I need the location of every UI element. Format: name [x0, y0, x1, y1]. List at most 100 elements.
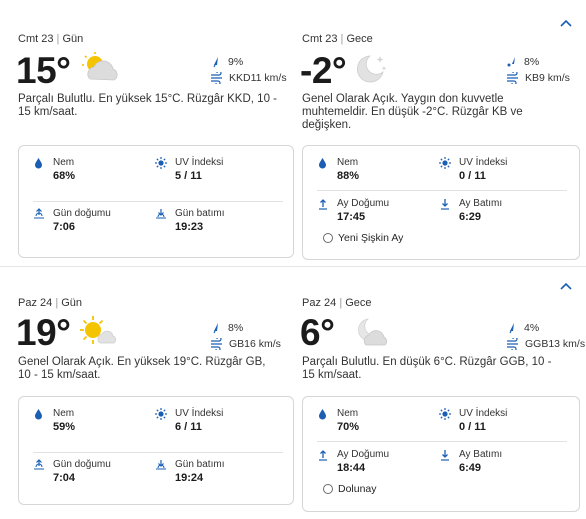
moon-phase-label: Yeni Şişkin Ay	[338, 232, 404, 244]
period-name: Gün	[62, 33, 84, 45]
night-panel: Cmt 23 | Gece -2° 8% KB9 km/s Genel Olar…	[284, 0, 586, 266]
temperature: 15°	[16, 50, 71, 91]
moonrise-value: 18:44	[337, 462, 366, 474]
moon-phase-label: Dolunay	[338, 483, 377, 495]
card-divider	[33, 452, 283, 453]
humidity-label: Nem	[337, 408, 359, 419]
card-divider	[33, 201, 283, 202]
uv-value: 0 / 11	[459, 421, 486, 433]
day-panel: Paz 24 | Gün 19° 8% GB16 km/s Genel Olar…	[0, 267, 300, 519]
forecast-description: Genel Olarak Açık. En yüksek 19°C. Rüzgâ…	[18, 356, 266, 381]
temperature: 19°	[16, 312, 71, 353]
sunrise-label: Gün doğumu	[53, 208, 111, 219]
forecast-description: Parçalı Bulutlu. En yüksek 15°C. Rüzgâr …	[18, 93, 277, 118]
sunset-label: Gün batımı	[175, 459, 225, 470]
sunrise-icon	[34, 208, 44, 219]
precip-wind: 9% KKD11 km/s	[210, 54, 287, 86]
precip-wind: 4% GGB13 km/s	[506, 320, 585, 352]
period-header: Cmt 23 | Gün	[18, 33, 84, 45]
wind-icon	[211, 338, 222, 350]
period-name: Gece	[346, 33, 373, 45]
raindrop-icon	[213, 323, 218, 334]
uv-label: UV İndeksi	[175, 408, 224, 419]
moonset-value: 6:49	[459, 462, 482, 474]
wind-icon	[211, 72, 222, 84]
period-date: Paz 24	[302, 297, 337, 309]
moonrise-arrow-icon	[319, 450, 327, 461]
moonrise-label: Ay Doğumu	[337, 198, 390, 209]
sunset-icon	[156, 209, 166, 219]
wind-icon	[507, 338, 518, 350]
precip-value: 8%	[524, 56, 540, 68]
sunset-icon	[156, 460, 166, 470]
details-card: Nem 88% UV İndeksi 0 / 11 Ay Doğumu 17:4…	[302, 145, 580, 260]
temperature: -2°	[300, 50, 347, 91]
partly-cloudy-icon	[82, 52, 118, 81]
uv-sun-icon	[155, 157, 167, 169]
sunset-value: 19:24	[175, 472, 204, 484]
uv-label: UV İndeksi	[175, 157, 224, 168]
period-header: Paz 24 | Gün	[18, 297, 83, 309]
temperature: 6°	[300, 312, 335, 353]
period-name: Gece	[345, 297, 372, 309]
moon-phase: Dolunay	[323, 483, 377, 495]
sunrise-icon	[34, 459, 44, 470]
forecast-day-block: Cmt 23 | Gün 15° 9% KKD11 km/s Parçalı B…	[0, 0, 586, 266]
uv-label: UV İndeksi	[459, 157, 508, 168]
period-header: Paz 24 | Gece	[302, 297, 372, 309]
humidity-value: 70%	[337, 421, 360, 433]
uv-value: 0 / 11	[459, 170, 486, 182]
moonrise-label: Ay Doğumu	[337, 449, 390, 460]
moonrise-arrow-icon	[319, 199, 327, 210]
wind-icon	[507, 72, 518, 84]
uv-sun-icon	[155, 408, 167, 420]
uv-value: 6 / 11	[175, 421, 202, 433]
day-panel: Cmt 23 | Gün 15° 9% KKD11 km/s Parçalı B…	[0, 0, 300, 266]
period-date: Paz 24	[18, 297, 53, 309]
humidity-value: 59%	[53, 421, 76, 433]
precip-value: 9%	[228, 56, 244, 68]
sunset-label: Gün batımı	[175, 208, 225, 219]
snow-rain-icon	[507, 57, 515, 67]
mostly-sunny-icon	[80, 316, 116, 344]
sunrise-value: 7:04	[53, 472, 76, 484]
clear-night-moon-icon	[356, 55, 387, 83]
forecast-description: Parçalı Bulutlu. En düşük 6°C. Rüzgâr GG…	[302, 356, 552, 381]
humidity-drop-icon	[319, 158, 326, 169]
moonset-value: 6:29	[459, 211, 482, 223]
moonset-arrow-icon	[441, 450, 449, 461]
raindrop-icon	[213, 57, 218, 68]
moonset-arrow-icon	[441, 199, 449, 210]
moon-phase-icon	[323, 484, 333, 494]
uv-sun-icon	[439, 157, 451, 169]
moonrise-value: 17:45	[337, 211, 366, 223]
sunrise-value: 7:06	[53, 221, 76, 233]
humidity-value: 88%	[337, 170, 360, 182]
humidity-drop-icon	[319, 409, 326, 420]
forecast-day-block: Paz 24 | Gün 19° 8% GB16 km/s Genel Olar…	[0, 266, 586, 519]
details-card: Nem 59% UV İndeksi 6 / 11 Gün doğumu 7:0…	[18, 396, 294, 505]
uv-sun-icon	[439, 408, 451, 420]
precip-wind: 8% GB16 km/s	[210, 320, 281, 352]
humidity-label: Nem	[337, 157, 359, 168]
moon-phase-icon	[323, 233, 333, 243]
wind-value: GB16 km/s	[229, 338, 281, 350]
sunset-value: 19:23	[175, 221, 204, 233]
humidity-value: 68%	[53, 170, 76, 182]
moon-phase: Yeni Şişkin Ay	[323, 232, 403, 244]
precip-wind: 8% KB9 km/s	[506, 54, 570, 86]
wind-value: KB9 km/s	[525, 72, 570, 84]
wind-value: GGB13 km/s	[525, 338, 586, 350]
forecast-description: Genel Olarak Açık. Yaygın don kuvvetle m…	[302, 93, 523, 131]
partly-cloudy-night-icon	[358, 318, 387, 346]
humidity-drop-icon	[35, 409, 42, 420]
moonset-label: Ay Batımı	[459, 198, 503, 209]
humidity-label: Nem	[53, 157, 75, 168]
uv-value: 5 / 11	[175, 170, 202, 182]
period-name: Gün	[61, 297, 83, 309]
night-panel: Paz 24 | Gece 6° 4% GGB13 km/s Parçalı B…	[284, 267, 586, 519]
period-date: Cmt 23	[18, 33, 54, 45]
card-divider	[317, 441, 567, 442]
card-divider	[317, 190, 567, 191]
details-card: Nem 68% UV İndeksi 5 / 11 Gün doğumu 7:0…	[18, 145, 294, 258]
